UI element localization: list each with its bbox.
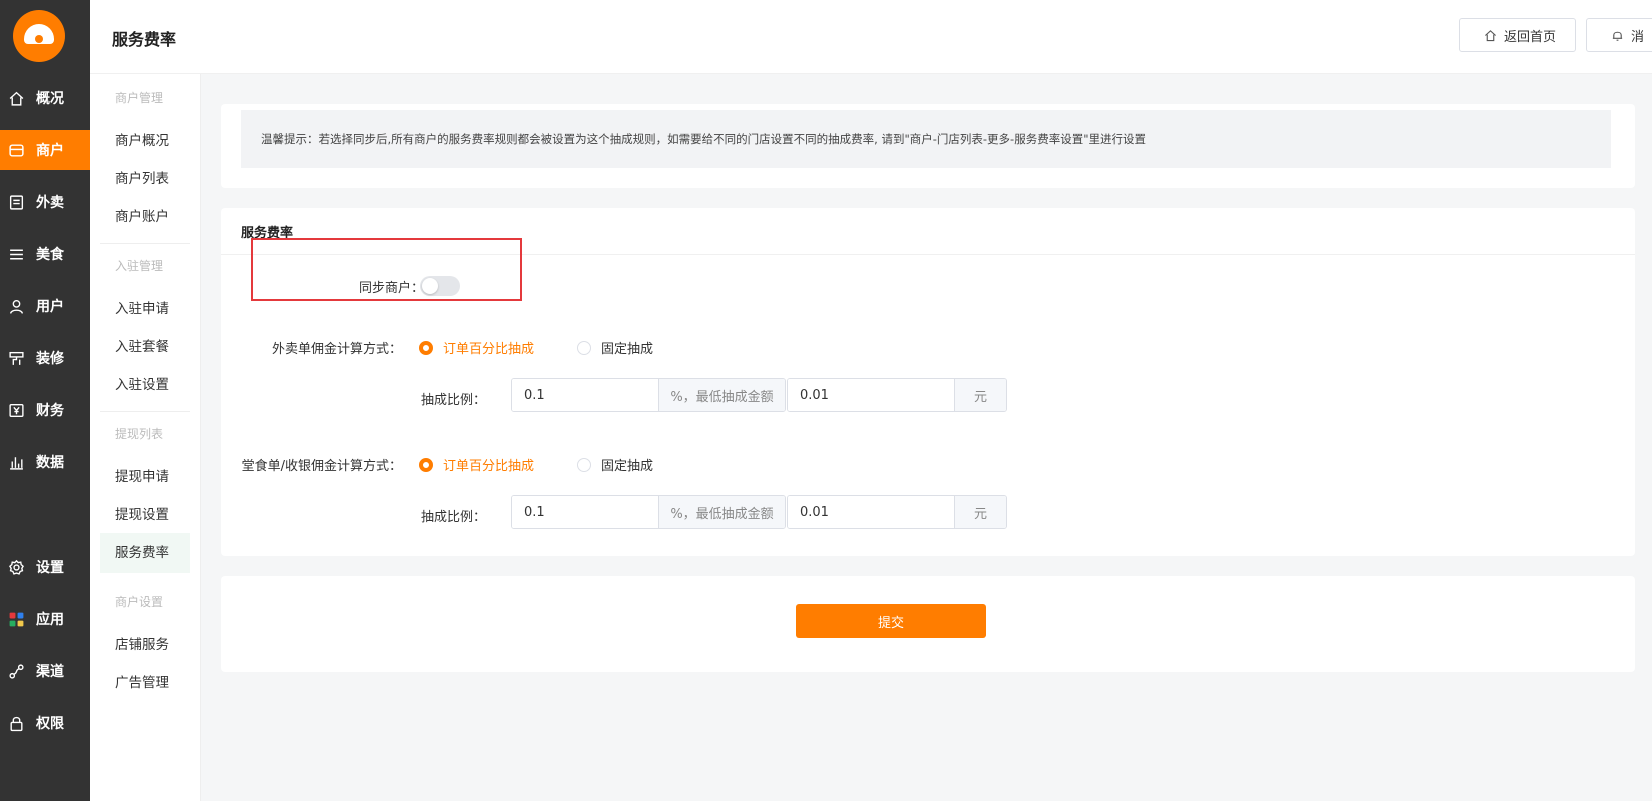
takeaway-percent-radio[interactable]: 订单百分比抽成 (419, 338, 534, 357)
paint-roller-icon (6, 348, 26, 368)
sidebar-item-data[interactable]: 数据 (0, 442, 90, 482)
sidebar-item-label: 概况 (36, 91, 64, 107)
takeaway-commission-label: 外卖单佣金计算方式： (271, 342, 402, 357)
dinein-fixed-radio[interactable]: 固定抽成 (577, 455, 653, 474)
yuan-wallet-icon (6, 400, 26, 420)
sidebar-item-channel[interactable]: 渠道 (0, 651, 90, 691)
subnav-divider (100, 243, 190, 244)
dinein-min-group: 元 (787, 495, 1007, 529)
secondary-nav: 商户管理 商户概况 商户列表 商户账户 入驻管理 入驻申请 入驻套餐 入驻设置 … (90, 74, 201, 801)
bell-icon (1612, 31, 1623, 41)
subnav-heading: 商户管理 (115, 91, 164, 105)
dinein-commission-label: 堂食单/收银佣金计算方式： (241, 459, 402, 474)
subnav-item-service-rate[interactable]: 服务费率 (100, 533, 190, 573)
main-sidebar: 概况 商户 外卖 美食 用户 装修 财务 数据 设置 应用 渠道 权限 (0, 0, 90, 801)
bar-chart-icon (6, 452, 26, 472)
user-icon (6, 296, 26, 316)
sidebar-item-label: 设置 (36, 560, 64, 576)
radio-label: 固定抽成 (601, 342, 654, 357)
subnav-item-merchant-account[interactable]: 商户账户 (100, 197, 190, 237)
sidebar-item-takeaway[interactable]: 外卖 (0, 182, 90, 222)
sidebar-item-permission[interactable]: 权限 (0, 703, 90, 743)
ratio-addon: %，最低抽成金额 (658, 496, 785, 528)
takeaway-fixed-radio[interactable]: 固定抽成 (577, 338, 653, 357)
subnav-heading: 提现列表 (115, 427, 164, 441)
ratio-addon: %，最低抽成金额 (658, 379, 785, 411)
messages-button-label: 消 (1631, 29, 1645, 45)
submit-button[interactable]: 提交 (796, 604, 986, 638)
sidebar-item-settings[interactable]: 设置 (0, 547, 90, 587)
subnav-item-join-apply[interactable]: 入驻申请 (100, 289, 190, 329)
dinein-ratio-label: 抽成比例： (420, 510, 486, 525)
subnav-item-withdraw-apply[interactable]: 提现申请 (100, 457, 190, 497)
sidebar-item-label: 外卖 (36, 195, 64, 211)
sidebar-item-users[interactable]: 用户 (0, 286, 90, 326)
subnav-item-ad-management[interactable]: 广告管理 (100, 663, 190, 703)
sidebar-item-merchant[interactable]: 商户 (0, 130, 90, 170)
sidebar-item-label: 美食 (36, 247, 64, 263)
sidebar-item-apps[interactable]: 应用 (0, 599, 90, 639)
sidebar-item-label: 应用 (36, 612, 64, 628)
page-title: 服务费率 (112, 30, 177, 49)
dinein-percent-radio[interactable]: 订单百分比抽成 (419, 455, 534, 474)
tip-card: 温馨提示：若选择同步后,所有商户的服务费率规则都会被设置为这个抽成规则，如需要给… (221, 104, 1635, 188)
subnav-divider (100, 411, 190, 412)
dinein-ratio-group: %，最低抽成金额 (511, 495, 786, 529)
currency-addon: 元 (954, 496, 1006, 528)
highlight-box (251, 238, 522, 301)
apps-icon (6, 609, 26, 629)
subnav-item-join-package[interactable]: 入驻套餐 (100, 327, 190, 367)
lock-icon (6, 713, 26, 733)
sidebar-item-finance[interactable]: 财务 (0, 390, 90, 430)
channel-icon (6, 661, 26, 681)
currency-addon: 元 (954, 379, 1006, 411)
menu-icon (6, 244, 26, 264)
app-logo[interactable] (13, 10, 65, 62)
sidebar-item-label: 装修 (36, 351, 64, 367)
takeaway-ratio-label: 抽成比例： (420, 393, 486, 408)
subnav-heading: 入驻管理 (115, 259, 164, 273)
home-icon (6, 88, 26, 108)
store-icon (6, 140, 26, 160)
sidebar-item-label: 权限 (36, 716, 64, 732)
dinein-min-amount-input[interactable] (788, 496, 954, 528)
sidebar-item-decoration[interactable]: 装修 (0, 338, 90, 378)
home-button[interactable]: 返回首页 (1459, 18, 1576, 52)
subnav-item-merchant-list[interactable]: 商户列表 (100, 159, 190, 199)
takeaway-ratio-group: %，最低抽成金额 (511, 378, 786, 412)
radio-label: 订单百分比抽成 (443, 459, 535, 474)
subnav-item-store-service[interactable]: 店铺服务 (100, 625, 190, 665)
dinein-ratio-input[interactable] (512, 496, 658, 528)
sidebar-item-label: 渠道 (36, 664, 64, 680)
radio-label: 订单百分比抽成 (443, 342, 535, 357)
subnav-item-merchant-overview[interactable]: 商户概况 (100, 121, 190, 161)
sidebar-item-overview[interactable]: 概况 (0, 78, 90, 118)
takeaway-min-group: 元 (787, 378, 1007, 412)
subnav-heading: 商户设置 (115, 595, 164, 609)
messages-button[interactable]: 消 (1586, 18, 1652, 52)
top-bar: 服务费率 返回首页 消 (90, 0, 1652, 74)
sidebar-item-label: 财务 (36, 403, 64, 419)
radio-label: 固定抽成 (601, 459, 654, 474)
tip-text: 温馨提示：若选择同步后,所有商户的服务费率规则都会被设置为这个抽成规则，如需要给… (241, 110, 1611, 168)
home-icon (1485, 30, 1496, 42)
submit-card: 提交 (221, 576, 1635, 672)
sidebar-item-label: 数据 (36, 455, 64, 471)
sidebar-item-label: 用户 (36, 299, 64, 315)
sidebar-item-label: 商户 (36, 143, 64, 159)
subnav-item-withdraw-settings[interactable]: 提现设置 (100, 495, 190, 535)
subnav-item-join-settings[interactable]: 入驻设置 (100, 365, 190, 405)
gear-icon (6, 557, 26, 577)
takeaway-min-amount-input[interactable] (788, 379, 954, 411)
takeaway-ratio-input[interactable] (512, 379, 658, 411)
sidebar-item-food[interactable]: 美食 (0, 234, 90, 274)
document-icon (6, 192, 26, 212)
home-button-label: 返回首页 (1504, 29, 1557, 45)
